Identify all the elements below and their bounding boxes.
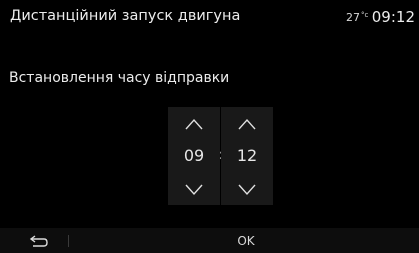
minutes-value[interactable]: 12 xyxy=(221,143,273,169)
temperature-value: 27 xyxy=(346,11,360,24)
page-title: Дистанційний запуск двигуна xyxy=(10,8,241,24)
minutes-increase-button[interactable] xyxy=(221,109,273,139)
chevron-down-icon xyxy=(238,184,256,196)
time-picker: 09 : 12 xyxy=(168,107,273,205)
clock: 09:12 xyxy=(371,8,415,26)
back-arrow-icon xyxy=(29,235,48,247)
outside-temperature: 27°c xyxy=(346,11,368,24)
hours-decrease-button[interactable] xyxy=(168,175,220,205)
back-button[interactable] xyxy=(28,232,50,250)
bottom-bar: OK xyxy=(0,228,419,253)
hours-column: 09 xyxy=(168,107,220,205)
minutes-decrease-button[interactable] xyxy=(221,175,273,205)
header-bar: Дистанційний запуск двигуна 27°c 09:12 xyxy=(0,0,419,34)
chevron-down-icon xyxy=(185,184,203,196)
chevron-up-icon xyxy=(185,118,203,130)
hours-increase-button[interactable] xyxy=(168,109,220,139)
divider xyxy=(68,235,69,247)
screen: Дистанційний запуск двигуна 27°c 09:12 В… xyxy=(0,0,419,253)
section-heading: Встановлення часу відправки xyxy=(9,70,230,86)
hours-value[interactable]: 09 xyxy=(168,143,220,169)
ok-button[interactable]: OK xyxy=(226,232,266,250)
chevron-up-icon xyxy=(238,118,256,130)
minutes-column: 12 xyxy=(221,107,273,205)
temperature-unit: °c xyxy=(361,11,369,19)
